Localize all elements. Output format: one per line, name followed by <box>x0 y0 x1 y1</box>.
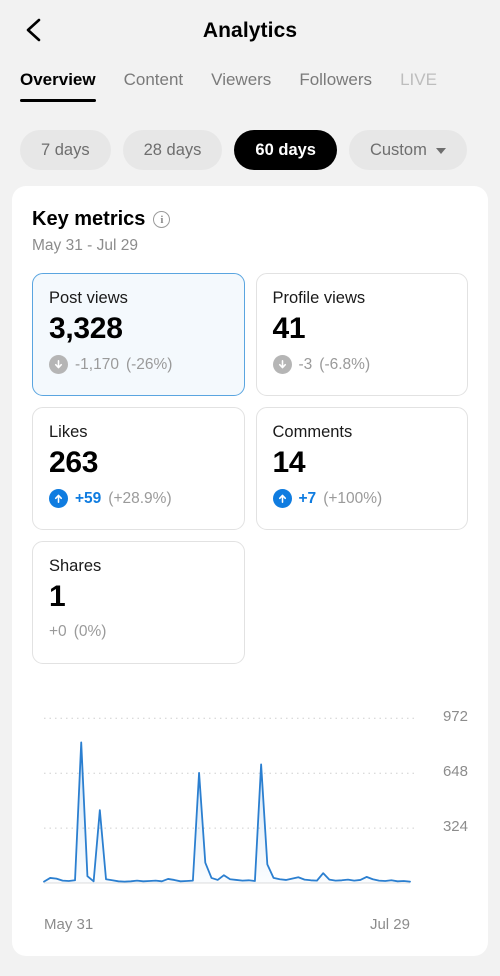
range-chip-label: Custom <box>369 140 427 159</box>
chevron-left-icon <box>23 17 45 43</box>
header: Analytics <box>0 0 500 62</box>
chevron-down-icon <box>435 148 446 154</box>
info-icon[interactable]: i <box>153 211 171 228</box>
metric-delta-value: +0 <box>49 623 67 640</box>
metric-card-post-views[interactable]: Post views 3,328 -1,170 (-26%) <box>32 273 245 396</box>
range-chip-label: 7 days <box>41 140 90 159</box>
metric-card-likes[interactable]: Likes 263 +59 (+28.9%) <box>32 407 245 530</box>
tab-bar-fade <box>466 62 500 116</box>
metric-delta-percent: (+100%) <box>323 489 383 507</box>
range-chip-28-days[interactable]: 28 days <box>122 130 223 170</box>
chart-y-label-mid: 648 <box>442 763 468 781</box>
metric-delta-value: +7 <box>298 489 317 507</box>
chart-canvas <box>43 717 416 884</box>
metric-value: 263 <box>49 446 99 479</box>
range-chip-label: 28 days <box>143 140 202 159</box>
arrow-down-icon <box>272 355 292 374</box>
page-title: Analytics <box>202 19 298 42</box>
metric-delta-value: +59 <box>75 489 102 507</box>
tab-bar: Overview Content Viewers Followers LIVE <box>0 62 500 116</box>
metric-value: 41 <box>272 312 306 345</box>
metric-card-profile-views[interactable]: Profile views 41 -3 (-6.8%) <box>255 273 468 396</box>
analytics-screen: Analytics Overview Content Viewers Follo… <box>0 0 500 976</box>
range-chip-7-days[interactable]: 7 days <box>20 130 111 170</box>
metric-value: 14 <box>272 446 306 479</box>
arrow-up-icon <box>272 489 292 508</box>
date-range-selector: 7 days 28 days 60 days Custom <box>0 116 500 186</box>
tab-content[interactable]: Content <box>124 70 184 102</box>
key-metrics-panel: Key metrics i May 31 - Jul 29 Post views… <box>12 186 488 956</box>
metric-value: 1 <box>49 580 66 613</box>
metric-delta-percent: (-26%) <box>125 355 173 373</box>
range-chip-custom[interactable]: Custom <box>348 130 467 170</box>
metric-label: Shares <box>49 557 102 575</box>
metric-label: Likes <box>49 423 88 441</box>
range-chip-label: 60 days <box>255 140 316 159</box>
chart-x-label-start: May 31 <box>44 916 94 933</box>
post-views-chart[interactable]: 972 648 324 May 31 Jul 29 <box>32 688 468 938</box>
metric-delta: +0 (0%) <box>49 623 228 641</box>
chart-y-label-top: 972 <box>442 708 468 726</box>
metric-delta-percent: (-6.8%) <box>319 355 371 373</box>
metric-label: Comments <box>272 423 353 441</box>
metric-delta: -3 (-6.8%) <box>272 355 452 374</box>
metric-delta-value: -1,170 <box>75 355 119 373</box>
metric-label: Post views <box>49 289 128 307</box>
key-metrics-header: Key metrics i <box>32 208 468 231</box>
chart-x-axis: May 31 Jul 29 <box>44 916 410 933</box>
metric-value: 3,328 <box>49 312 123 345</box>
arrow-up-icon <box>49 489 68 508</box>
metric-label: Profile views <box>272 289 366 307</box>
metric-delta-value: -3 <box>298 355 313 373</box>
chart-y-label-bottom: 324 <box>442 818 468 836</box>
metric-card-grid: Post views 3,328 -1,170 (-26%) Profile v… <box>32 273 468 664</box>
metric-delta: -1,170 (-26%) <box>49 355 228 374</box>
key-metrics-title: Key metrics <box>32 208 146 230</box>
key-metrics-date-range: May 31 - Jul 29 <box>32 237 138 254</box>
metric-delta: +7 (+100%) <box>272 489 452 508</box>
tab-overview[interactable]: Overview <box>20 70 96 102</box>
metric-card-comments[interactable]: Comments 14 +7 (+100%) <box>255 407 468 530</box>
tab-followers[interactable]: Followers <box>299 70 372 102</box>
metric-card-shares[interactable]: Shares 1 +0 (0%) <box>32 541 245 664</box>
back-button[interactable] <box>12 8 56 52</box>
tab-viewers[interactable]: Viewers <box>211 70 271 102</box>
arrow-down-icon <box>49 355 68 374</box>
tab-live[interactable]: LIVE <box>400 70 437 102</box>
range-chip-60-days[interactable]: 60 days <box>234 130 337 170</box>
chart-x-label-end: Jul 29 <box>369 916 410 933</box>
metric-delta: +59 (+28.9%) <box>49 489 228 508</box>
metric-delta-percent: (0%) <box>73 623 107 640</box>
metric-delta-percent: (+28.9%) <box>108 489 172 507</box>
